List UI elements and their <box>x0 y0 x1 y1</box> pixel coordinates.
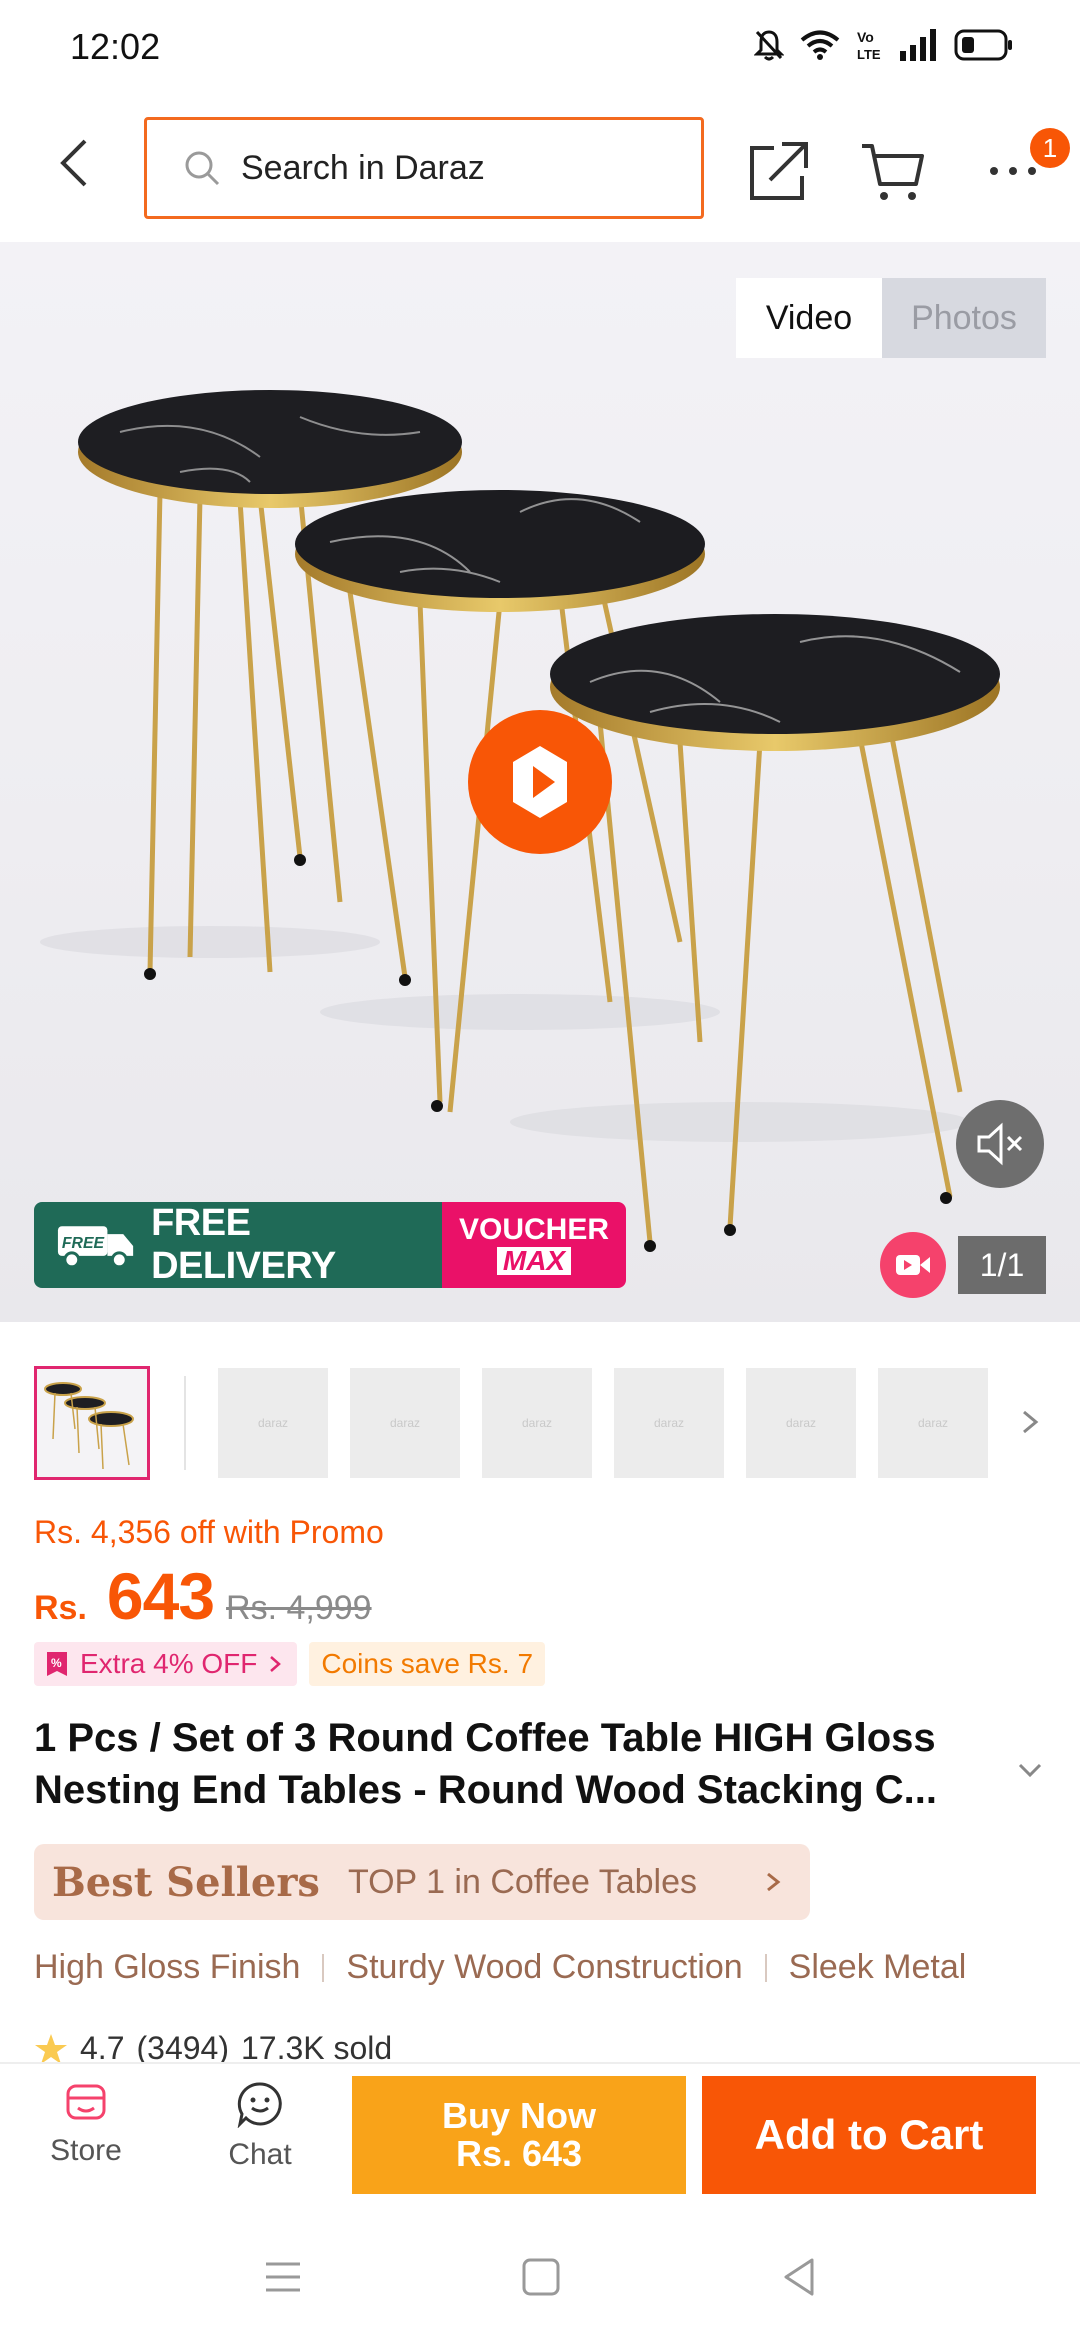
promo-discount-text: Rs. 4,356 off with Promo <box>34 1514 384 1550</box>
product-media-viewer[interactable]: Video Photos FREE FREE DELIVERY VOUCHER … <box>0 242 1080 1322</box>
wifi-icon <box>800 30 840 60</box>
search-input[interactable]: Search in Daraz <box>144 117 704 219</box>
thumbnail[interactable]: daraz <box>482 1368 592 1478</box>
product-title: 1 Pcs / Set of 3 Round Coffee Table HIGH… <box>34 1712 1014 1816</box>
notification-badge: 1 <box>1030 128 1070 168</box>
voucher-max-section: VOUCHER MAX <box>442 1202 626 1288</box>
thumbnail-divider <box>184 1376 186 1470</box>
product-page: 12:02 Vo LTE Search in Daraz 1 Video Pho… <box>0 0 1080 2340</box>
voucher-max-label: MAX <box>496 1247 572 1275</box>
feature-divider <box>764 1953 767 1982</box>
search-icon <box>185 151 220 186</box>
more-icon <box>990 167 1036 175</box>
chevron-right-icon <box>1023 1410 1039 1434</box>
play-button[interactable] <box>468 710 612 854</box>
free-delivery-section: FREE FREE DELIVERY <box>34 1202 442 1288</box>
thumbnail[interactable]: daraz <box>746 1368 856 1478</box>
play-logo-icon <box>513 746 567 818</box>
store-button[interactable]: Store <box>26 2080 146 2168</box>
delivery-truck-icon: FREE <box>57 1226 134 1269</box>
title-expand-button[interactable] <box>1012 1752 1048 1788</box>
extra-off-label: Extra 4% OFF <box>80 1648 258 1679</box>
current-price: 643 <box>106 1559 215 1633</box>
buy-now-button[interactable]: Buy Now Rs. 643 <box>352 2076 686 2194</box>
thumbnail-active[interactable] <box>34 1366 150 1480</box>
share-button[interactable] <box>744 136 814 206</box>
price-row: Rs. 643 Rs. 4,999 <box>34 1558 372 1634</box>
best-seller-rank: TOP 1 in Coffee Tables <box>347 1862 698 1901</box>
chat-icon <box>237 2082 282 2128</box>
product-title-line: 1 Pcs / Set of 3 Round Coffee Table HIGH… <box>34 1716 936 1760</box>
volte-icon: Vo LTE <box>857 29 881 62</box>
video-camera-icon <box>896 1255 930 1275</box>
thumbnail[interactable]: daraz <box>350 1368 460 1478</box>
media-counter: 1/1 <box>958 1236 1046 1294</box>
buy-now-price: Rs. 643 <box>455 2133 583 2174</box>
thumbnail[interactable]: daraz <box>878 1368 988 1478</box>
chat-label: Chat <box>228 2138 292 2171</box>
mute-bell-icon <box>754 30 784 61</box>
battery-icon <box>954 29 1012 61</box>
cart-icon <box>862 144 924 200</box>
back-button[interactable] <box>40 128 110 198</box>
free-delivery-banner: FREE FREE DELIVERY VOUCHER MAX <box>34 1202 626 1288</box>
cart-button[interactable] <box>858 136 928 206</box>
extra-off-chip[interactable]: % Extra 4% OFF <box>34 1642 298 1686</box>
svg-text:Vo: Vo <box>857 29 874 45</box>
chevron-down-icon <box>1018 1763 1042 1778</box>
speaker-muted-icon <box>977 1122 1023 1166</box>
menu-icon[interactable] <box>258 2252 308 2302</box>
status-bar: 12:02 Vo LTE <box>0 0 1080 96</box>
back-triangle-icon[interactable] <box>774 2252 824 2302</box>
chat-button[interactable]: Chat <box>200 2080 320 2172</box>
thumbnail-next-button[interactable] <box>1010 1402 1050 1442</box>
home-icon[interactable] <box>516 2252 566 2302</box>
price-currency: Rs. <box>34 1589 87 1627</box>
feature-divider <box>322 1953 325 1982</box>
thumbnail[interactable]: daraz <box>218 1368 328 1478</box>
buy-now-label: Buy Now <box>441 2095 596 2136</box>
coupon-icon: % <box>47 1652 67 1676</box>
top-navigation: Search in Daraz <box>0 96 1080 242</box>
tab-photos[interactable]: Photos <box>882 278 1046 358</box>
store-label: Store <box>50 2134 122 2167</box>
star-icon <box>35 2033 67 2064</box>
share-icon <box>750 142 808 200</box>
thumbnail[interactable]: daraz <box>614 1368 724 1478</box>
svg-text:%: % <box>51 1656 62 1670</box>
status-time: 12:02 <box>70 26 161 67</box>
feature-tags: High Gloss Finish Sturdy Wood Constructi… <box>34 1948 966 1987</box>
media-tab-toggle: Video Photos <box>736 278 1046 358</box>
add-to-cart-button[interactable]: Add to Cart <box>702 2076 1036 2194</box>
video-mode-button[interactable] <box>880 1232 946 1298</box>
chevron-right-icon <box>270 1656 282 1672</box>
svg-text:LTE: LTE <box>857 47 881 62</box>
signal-icon <box>900 29 936 61</box>
offer-chips: % Extra 4% OFF Coins save Rs. 7 <box>34 1642 546 1686</box>
thumbnail-strip: daraz daraz daraz daraz daraz daraz <box>0 1322 1080 1480</box>
feature-tag: High Gloss Finish <box>34 1948 301 1986</box>
store-icon <box>66 2084 106 2120</box>
truck-label: FREE <box>62 1235 105 1252</box>
best-seller-banner[interactable]: Best Sellers TOP 1 in Coffee Tables <box>34 1844 810 1920</box>
feature-tag: Sleek Metal <box>788 1948 967 1986</box>
bottom-action-bar: Store Chat Buy Now Rs. 643 Add to Cart <box>0 2062 1080 2212</box>
feature-tag: Sturdy Wood Construction <box>346 1948 743 1986</box>
coins-save-chip[interactable]: Coins save Rs. 7 <box>309 1642 546 1686</box>
free-delivery-label: FREE DELIVERY <box>151 1202 336 1287</box>
tab-video[interactable]: Video <box>736 278 882 358</box>
product-title-line: Nesting End Tables - Round Wood Stacking… <box>34 1768 937 1812</box>
thumbnail-image <box>44 1382 134 1470</box>
best-sellers-label: Best Sellers <box>52 1858 320 1906</box>
system-navigation-bar <box>0 2212 1080 2340</box>
voucher-label: VOUCHER <box>458 1213 609 1246</box>
mute-button[interactable] <box>956 1100 1044 1188</box>
chevron-right-icon <box>767 1872 781 1892</box>
status-icons: Vo LTE <box>754 28 1014 62</box>
search-placeholder: Search in Daraz <box>241 148 485 187</box>
original-price: Rs. 4,999 <box>226 1589 372 1627</box>
back-icon <box>60 139 87 187</box>
